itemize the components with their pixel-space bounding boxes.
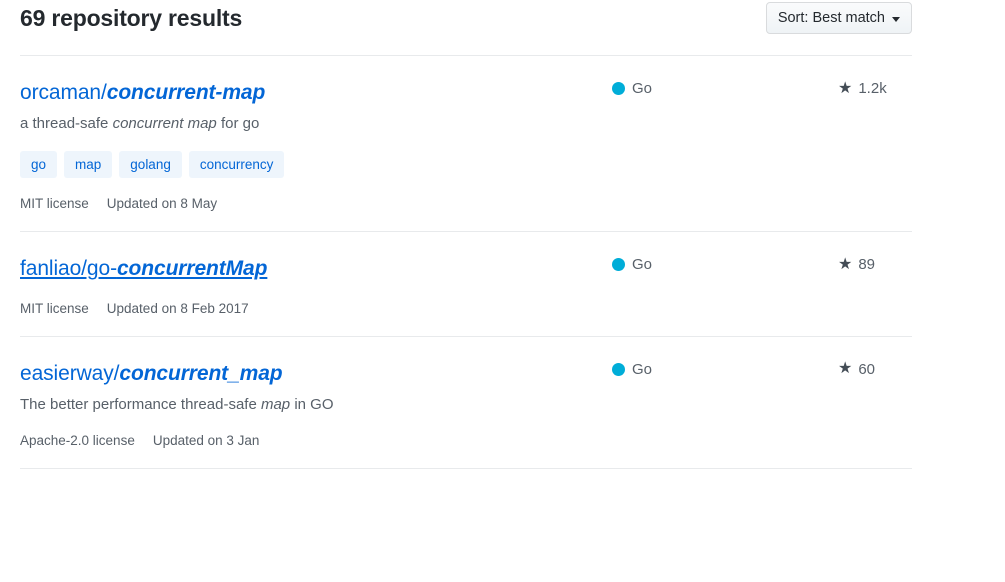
repository-main-column: fanliao/go-concurrentMap MIT license Updat…: [20, 256, 620, 315]
language-label: Go: [632, 256, 653, 274]
repository-language: Go: [612, 80, 652, 97]
repository-link[interactable]: fanliao/go-concurrentMap: [20, 256, 267, 282]
topic-tag[interactable]: map: [64, 151, 113, 179]
description-suffix: for go: [216, 115, 260, 133]
language-label: Go: [632, 80, 653, 97]
description-prefix: The better performance thread-safe: [20, 395, 261, 413]
repository-stars[interactable]: ★ 60: [838, 361, 875, 378]
star-icon: ★: [838, 360, 853, 377]
updated-label: Updated on 8 May: [106, 196, 218, 212]
language-label: Go: [632, 360, 653, 378]
updated-label: Updated on 8 Feb 2017: [106, 300, 249, 316]
repository-meta: MIT license Updated on 8 May: [20, 196, 620, 211]
sort-dropdown-label: Sort: Best match: [777, 10, 885, 26]
topic-tag-list: go map golang concurrency: [20, 151, 620, 179]
description-match: concurrent map: [112, 115, 217, 133]
repository-language: Go: [612, 361, 652, 378]
star-count: 60: [858, 360, 876, 378]
repository-owner: fanliao/go-: [20, 257, 117, 281]
repository-result-item: easierway/concurrent_map The better perfo…: [0, 337, 1005, 468]
results-header: 69 repository results Sort: Best match: [0, 0, 1005, 55]
star-count: 89: [858, 256, 876, 274]
repository-name-match: concurrent_map: [119, 361, 283, 385]
language-color-dot-icon: [612, 362, 625, 376]
description-prefix: a thread-safe: [20, 115, 113, 133]
repository-result-item: fanliao/go-concurrentMap MIT license Updat…: [0, 232, 1005, 335]
updated-label: Updated on 3 Jan: [152, 432, 260, 448]
page-title: 69 repository results: [20, 5, 243, 31]
topic-tag[interactable]: concurrency: [188, 151, 285, 179]
license-label: Apache-2.0 license: [20, 432, 135, 448]
repository-language: Go: [612, 256, 652, 273]
topic-tag[interactable]: golang: [119, 151, 182, 179]
repository-stars[interactable]: ★ 1.2k: [838, 80, 887, 97]
repository-divider: [20, 467, 912, 469]
topic-tag[interactable]: go: [20, 151, 58, 179]
description-suffix: in GO: [290, 395, 334, 413]
repository-meta: Apache-2.0 license Updated on 3 Jan: [20, 433, 620, 448]
repository-owner: easierway/: [20, 361, 120, 385]
star-icon: ★: [838, 255, 853, 273]
license-label: MIT license: [20, 196, 89, 212]
chevron-down-icon: [892, 16, 900, 22]
star-count: 1.2k: [858, 80, 887, 97]
repository-name-match: concurrentMap: [116, 257, 268, 281]
repository-result-item: orcaman/concurrent-map a thread-safe conc…: [0, 56, 1005, 231]
repository-main-column: orcaman/concurrent-map a thread-safe conc…: [20, 80, 620, 211]
language-color-dot-icon: [612, 82, 625, 95]
license-label: MIT license: [20, 300, 89, 316]
sort-dropdown-button[interactable]: Sort: Best match: [765, 2, 912, 34]
search-results-page: 69 repository results Sort: Best match o…: [0, 0, 1005, 582]
language-color-dot-icon: [612, 258, 625, 272]
repository-description: The better performance thread-safe map i…: [20, 394, 620, 415]
description-match: map: [260, 395, 291, 413]
repository-meta: MIT license Updated on 8 Feb 2017: [20, 301, 620, 316]
repository-link[interactable]: easierway/concurrent_map: [20, 361, 283, 387]
repository-result-list: orcaman/concurrent-map a thread-safe conc…: [0, 56, 1005, 469]
repository-main-column: easierway/concurrent_map The better perfo…: [20, 361, 620, 448]
star-icon: ★: [838, 79, 853, 97]
repository-link[interactable]: orcaman/concurrent-map: [20, 80, 265, 106]
repository-description: a thread-safe concurrent map for go: [20, 113, 620, 134]
repository-stars[interactable]: ★ 89: [838, 256, 875, 273]
repository-owner: orcaman/: [20, 81, 107, 104]
repository-name-match: concurrent-map: [106, 81, 266, 104]
